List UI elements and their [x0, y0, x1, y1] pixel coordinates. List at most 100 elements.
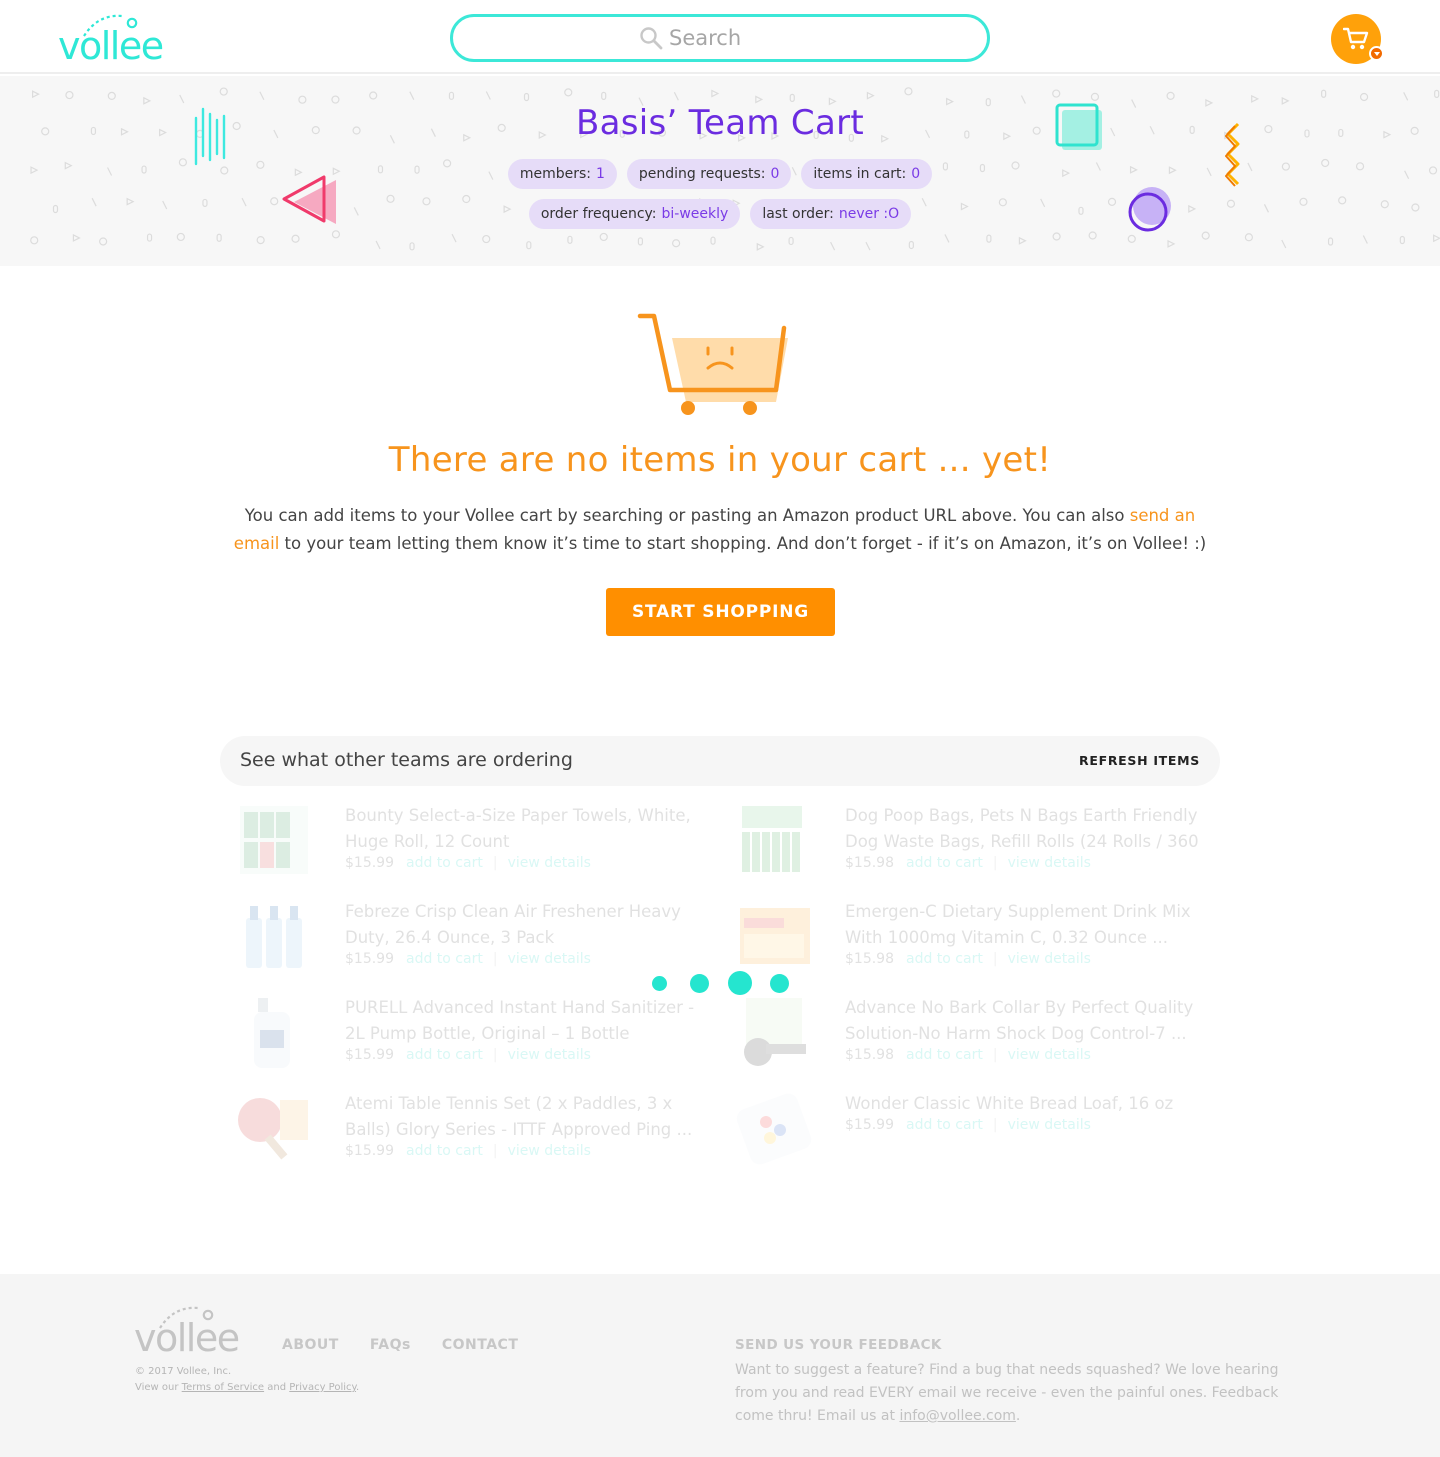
view-details-link[interactable]: view details — [508, 1143, 591, 1159]
ping-pong-thumb — [238, 1098, 308, 1160]
view-details-link[interactable]: view details — [1008, 951, 1091, 967]
legal-text: View our — [135, 1382, 179, 1393]
view-details-link[interactable]: view details — [508, 1047, 591, 1063]
stat-pill-order-frequency: order frequency: bi-weekly — [528, 199, 741, 229]
product-name[interactable]: Atemi Table Tennis Set (2 x Paddles, 3 x… — [345, 1091, 700, 1143]
stat-value: 0 — [770, 166, 780, 182]
divider: | — [492, 951, 498, 967]
desc-text: You can add items to your Vollee cart by… — [244, 506, 1130, 525]
product-name[interactable]: Dog Poop Bags, Pets N Bags Earth Friendl… — [845, 803, 1200, 855]
product-card[interactable]: Emergen-C Dietary Supplement Drink Mix W… — [730, 896, 1200, 986]
bread-thumb — [736, 1093, 812, 1165]
product-name[interactable]: Emergen-C Dietary Supplement Drink Mix W… — [845, 899, 1200, 951]
vollee-logo[interactable]: vollee — [58, 10, 174, 66]
copyright-block: © 2017 Vollee, Inc. View our Terms of Se… — [135, 1364, 359, 1396]
start-shopping-button[interactable]: START SHOPPING — [606, 588, 835, 636]
product-card[interactable]: PURELL Advanced Instant Hand Sanitizer -… — [230, 992, 700, 1082]
product-card[interactable]: Advance No Bark Collar By Perfect Qualit… — [730, 992, 1200, 1082]
view-details-link[interactable]: view details — [1008, 1047, 1091, 1063]
add-to-cart-link[interactable]: add to cart — [906, 1117, 983, 1133]
add-to-cart-link[interactable]: add to cart — [906, 951, 983, 967]
feedback-text: . — [1015, 1408, 1021, 1424]
add-to-cart-link[interactable]: add to cart — [406, 855, 483, 871]
top-header: vollee — [0, 0, 1440, 74]
add-to-cart-link[interactable]: add to cart — [406, 1143, 483, 1159]
stat-pill-pending-requests: pending requests: 0 — [626, 159, 792, 189]
sad-cart-icon — [637, 313, 788, 415]
product-name[interactable]: Wonder Classic White Bread Loaf, 16 oz — [845, 1091, 1200, 1117]
product-meta: $15.99 add to cart | view details — [845, 1117, 1091, 1133]
desc-text: to your team letting them know it’s time… — [279, 534, 1207, 553]
product-name[interactable]: Febreze Crisp Clean Air Freshener Heavy … — [345, 899, 700, 951]
divider: | — [492, 1047, 498, 1063]
other-teams-header: See what other teams are ordering REFRES… — [220, 736, 1220, 786]
stat-label: order frequency: — [540, 206, 657, 222]
product-price: $15.98 — [845, 855, 894, 871]
footer-link-contact[interactable]: CONTACT — [442, 1337, 519, 1353]
feedback-body: Want to suggest a feature? Find a bug th… — [735, 1359, 1295, 1428]
product-price: $15.99 — [345, 1047, 394, 1063]
view-details-link[interactable]: view details — [1008, 1117, 1091, 1133]
footer-logo[interactable]: vollee — [134, 1302, 250, 1358]
product-card[interactable]: Wonder Classic White Bread Loaf, 16 oz $1… — [730, 1088, 1200, 1178]
stat-pill-members: members: 1 — [507, 159, 617, 189]
product-name[interactable]: Advance No Bark Collar By Perfect Qualit… — [845, 995, 1200, 1047]
stat-label: members: — [519, 166, 591, 182]
product-meta: $15.98 add to cart | view details — [845, 855, 1091, 871]
stat-value: never :O — [838, 206, 900, 222]
privacy-policy-link[interactable]: Privacy Policy — [289, 1382, 356, 1393]
cart-button[interactable] — [1331, 14, 1384, 64]
product-name[interactable]: PURELL Advanced Instant Hand Sanitizer -… — [345, 995, 700, 1047]
cart-dropdown-chevron-icon[interactable] — [1369, 46, 1384, 61]
stat-label: pending requests: — [638, 166, 766, 182]
add-to-cart-link[interactable]: add to cart — [406, 951, 483, 967]
paper-towels-thumb — [240, 806, 308, 874]
cart-schedule-row: order frequency: bi-weekly last order: n… — [0, 199, 1440, 229]
other-teams-title: See what other teams are ordering — [240, 749, 573, 771]
search-box[interactable] — [450, 14, 990, 62]
product-meta: $15.99 add to cart | view details — [345, 951, 591, 967]
product-meta: $15.99 add to cart | view details — [345, 855, 591, 871]
product-card[interactable]: Bounty Select-a-Size Paper Towels, White… — [230, 800, 700, 890]
product-price: $15.99 — [345, 855, 394, 871]
feedback-email-link[interactable]: info@vollee.com — [899, 1408, 1015, 1424]
view-details-link[interactable]: view details — [1008, 855, 1091, 871]
product-name[interactable]: Bounty Select-a-Size Paper Towels, White… — [345, 803, 700, 855]
refresh-items-button[interactable]: REFRESH ITEMS — [1079, 753, 1200, 768]
product-meta: $15.99 add to cart | view details — [345, 1143, 591, 1159]
stat-label: items in cart: — [813, 166, 907, 182]
divider: | — [492, 855, 498, 871]
footer-link-faqs[interactable]: FAQs — [370, 1337, 411, 1353]
product-meta: $15.99 add to cart | view details — [345, 1047, 591, 1063]
add-to-cart-link[interactable]: add to cart — [906, 855, 983, 871]
cart-icon — [1343, 27, 1369, 50]
divider: | — [992, 951, 998, 967]
search-input[interactable] — [669, 23, 969, 53]
footer-link-about[interactable]: ABOUT — [282, 1337, 339, 1353]
product-meta: $15.98 add to cart | view details — [845, 951, 1091, 967]
product-card[interactable]: Febreze Crisp Clean Air Freshener Heavy … — [230, 896, 700, 986]
cart-stats-row: members: 1 pending requests: 0 items in … — [0, 159, 1440, 189]
stat-pill-items-in-cart: items in cart: 0 — [801, 159, 933, 189]
view-details-link[interactable]: view details — [508, 951, 591, 967]
terms-of-service-link[interactable]: Terms of Service — [182, 1382, 264, 1393]
product-price: $15.99 — [845, 1117, 894, 1133]
legal-links-line: View our Terms of Service and Privacy Po… — [135, 1380, 359, 1396]
legal-text: . — [356, 1382, 360, 1393]
emergen-c-thumb — [740, 908, 810, 964]
product-card[interactable]: Dog Poop Bags, Pets N Bags Earth Friendl… — [730, 800, 1200, 890]
view-details-link[interactable]: view details — [508, 855, 591, 871]
team-cart-banner: Basis’ Team Cart members: 1 pending requ… — [0, 76, 1440, 266]
stat-value: 0 — [911, 166, 921, 182]
product-price: $15.98 — [845, 951, 894, 967]
stat-pill-last-order: last order: never :O — [750, 199, 912, 229]
loading-spinner-icon — [650, 970, 792, 996]
add-to-cart-link[interactable]: add to cart — [906, 1047, 983, 1063]
hand-sanitizer-thumb — [254, 998, 290, 1068]
divider: | — [992, 1047, 998, 1063]
add-to-cart-link[interactable]: add to cart — [406, 1047, 483, 1063]
product-price: $15.99 — [345, 951, 394, 967]
product-card[interactable]: Atemi Table Tennis Set (2 x Paddles, 3 x… — [230, 1088, 700, 1178]
page-footer: vollee © 2017 Vollee, Inc. View our Term… — [0, 1274, 1440, 1457]
product-price: $15.98 — [845, 1047, 894, 1063]
